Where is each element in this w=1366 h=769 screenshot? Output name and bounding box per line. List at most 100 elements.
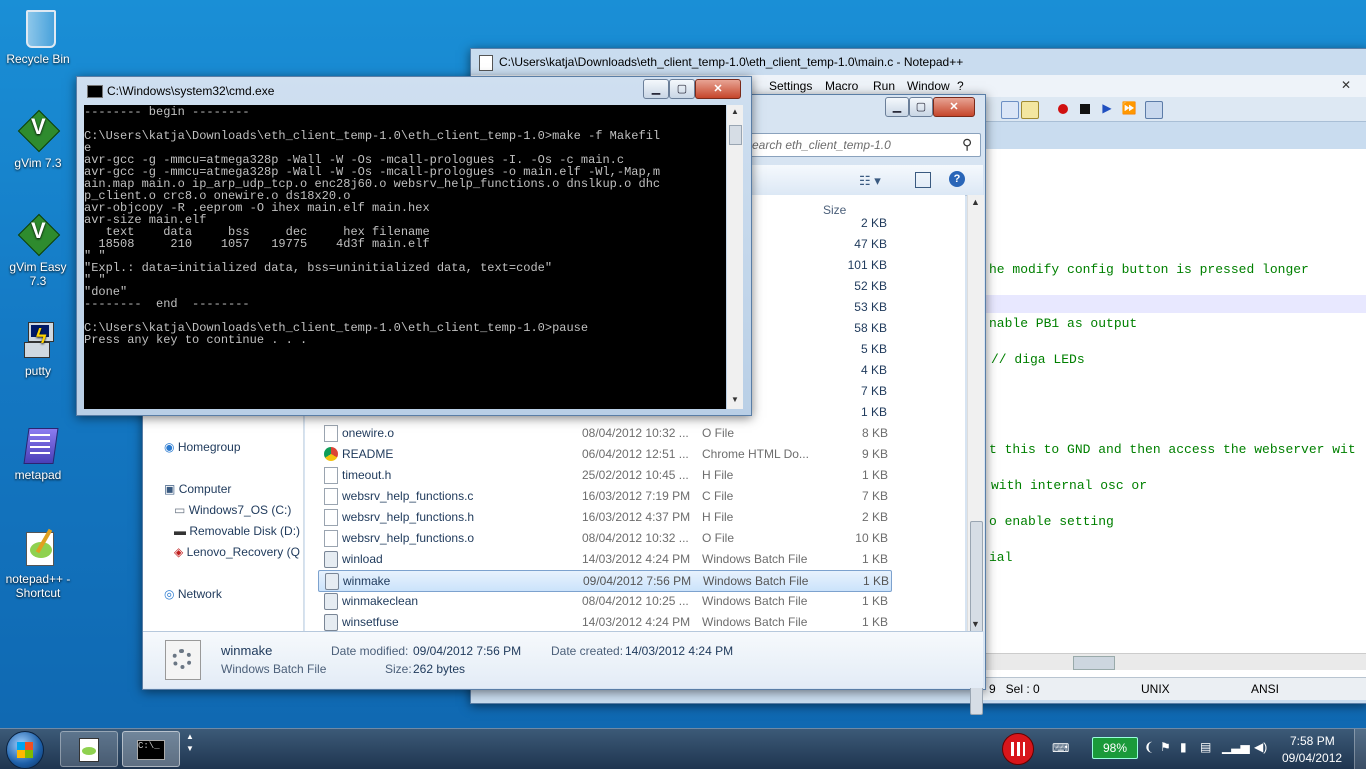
help-icon[interactable]: ?: [949, 171, 965, 187]
play-multiple-icon[interactable]: ⏩: [1121, 101, 1137, 117]
editor-hscrollbar[interactable]: [983, 653, 1366, 670]
desktop-icon-gvim[interactable]: V gVim 7.3: [0, 109, 76, 170]
file-row[interactable]: winmakeclean 08/04/2012 10:25 ... Windows …: [318, 591, 890, 611]
file-row[interactable]: websrv_help_functions.h 16/03/2012 4:37 P…: [318, 507, 890, 527]
cmd-title: C:\Windows\system32\cmd.exe: [107, 84, 275, 98]
menu-window[interactable]: Window: [907, 79, 950, 93]
stop-macro-icon[interactable]: [1077, 101, 1093, 117]
nav-c-drive[interactable]: ▭ Windows7_OS (C:): [174, 503, 291, 517]
clock-time[interactable]: 7:58 PM: [1290, 734, 1335, 748]
nav-label: Computer: [178, 482, 232, 496]
details-size-label: Size:: [385, 662, 412, 676]
play-macro-icon[interactable]: ▶: [1099, 101, 1115, 117]
file-row[interactable]: websrv_help_functions.o 08/04/2012 10:32 …: [318, 528, 890, 548]
file-date: 16/03/2012 4:37 PM: [582, 510, 691, 524]
explorer-maximize-button[interactable]: ▢: [909, 97, 933, 117]
start-button[interactable]: [6, 731, 44, 769]
file-size: 10 KB: [855, 531, 888, 545]
desktop-icon-gvim-easy[interactable]: V gVim Easy 7.3: [0, 213, 76, 288]
file-row[interactable]: README 06/04/2012 12:51 ... Chrome HTML Do…: [318, 444, 890, 464]
cmd-scroll-thumb[interactable]: [729, 125, 742, 145]
volume-icon[interactable]: ◀): [1254, 740, 1267, 754]
file-row[interactable]: winsetfuse 14/03/2012 4:24 PM Windows Batc…: [318, 612, 890, 632]
display-icon[interactable]: ▤: [1200, 740, 1211, 754]
wrap-icon[interactable]: [1001, 101, 1019, 119]
notepadpp-editor[interactable]: he modify config button is pressed longe…: [983, 149, 1366, 679]
cmd-maximize-button[interactable]: ▢: [669, 79, 695, 99]
show-desktop-button[interactable]: [1354, 729, 1366, 769]
record-macro-icon[interactable]: [1055, 101, 1071, 117]
notepadpp-inner-close-icon[interactable]: ✕: [1341, 78, 1351, 92]
file-type: H File: [702, 468, 734, 482]
file-name: winmakeclean: [342, 594, 419, 608]
taskbar-scroll[interactable]: ▲ ▼: [186, 731, 196, 765]
size-cell: 47 KB: [854, 237, 887, 251]
scroll-down-icon[interactable]: ▼: [971, 619, 980, 629]
nav-label: Lenovo_Recovery (Q: [186, 545, 300, 559]
clock-date[interactable]: 09/04/2012: [1282, 751, 1342, 765]
save-macro-icon[interactable]: [1145, 101, 1163, 119]
explorer-minimize-button[interactable]: ▁: [885, 97, 909, 117]
taskbar: C:\_ ▲ ▼ ⌨ 98% ❨ ⚑ ▮ ▤ ▁▃▅ ◀) 7:58 PM 09/…: [0, 728, 1366, 769]
notepadpp-title: C:\Users\katja\Downloads\eth_client_temp…: [499, 55, 964, 69]
keyboard-icon[interactable]: ⌨: [1052, 741, 1069, 755]
cmd-titlebar[interactable]: C:\Windows\system32\cmd.exe ▁ ▢ ✕: [77, 77, 751, 103]
preview-pane-icon[interactable]: [915, 172, 931, 188]
file-name: README: [342, 447, 394, 461]
battery-indicator[interactable]: 98%: [1092, 737, 1138, 759]
file-row[interactable]: timeout.h 25/02/2012 10:45 ... H File 1 KB: [318, 465, 890, 485]
cmd-vscrollbar[interactable]: ▲ ▼: [727, 105, 743, 409]
desktop-icon-metapad[interactable]: metapad: [0, 424, 76, 482]
tray-expand-icon[interactable]: ❨: [1144, 740, 1154, 754]
scroll-up-icon[interactable]: ▲: [731, 107, 739, 116]
network-signal-icon[interactable]: ▁▃▅: [1222, 740, 1250, 754]
file-row[interactable]: websrv_help_functions.c 16/03/2012 7:19 P…: [318, 486, 890, 506]
cmd-close-button[interactable]: ✕: [695, 79, 741, 99]
tray-app-icon[interactable]: [1002, 733, 1034, 765]
file-type: Windows Batch File: [702, 594, 808, 608]
nav-homegroup[interactable]: ◉ Homegroup: [164, 440, 241, 454]
flag-icon[interactable]: ⚑: [1160, 740, 1171, 754]
search-icon[interactable]: ⚲: [962, 136, 972, 153]
search-input[interactable]: earch eth_client_temp-1.0: [752, 138, 891, 152]
explorer-close-button[interactable]: ✕: [933, 97, 975, 117]
file-name: onewire.o: [342, 426, 395, 440]
desktop-icon-notepadpp[interactable]: notepad++ - Shortcut: [0, 528, 76, 600]
editor-hscroll-thumb[interactable]: [1073, 656, 1115, 670]
menu-settings[interactable]: Settings: [769, 79, 812, 93]
nav-q-drive[interactable]: ◈ Lenovo_Recovery (Q: [174, 545, 302, 559]
current-line-highlight: [983, 295, 1366, 313]
menu-macro[interactable]: Macro: [825, 79, 858, 93]
indent-guide-icon[interactable]: [1021, 101, 1039, 119]
file-row[interactable]: onewire.o 08/04/2012 10:32 ... O File 8 KB: [318, 423, 890, 443]
power-icon[interactable]: ▮: [1180, 740, 1187, 754]
column-header-size[interactable]: Size: [823, 203, 846, 217]
code-line: o enable setting: [989, 514, 1114, 529]
search-box[interactable]: earch eth_client_temp-1.0 ⚲: [747, 133, 981, 157]
scroll-up-icon[interactable]: ▲: [971, 197, 980, 207]
taskbar-cmd[interactable]: C:\_: [122, 731, 180, 767]
notepadpp-titlebar[interactable]: C:\Users\katja\Downloads\eth_client_temp…: [471, 49, 1366, 75]
menu-help[interactable]: ?: [957, 79, 964, 93]
taskbar-notepadpp[interactable]: [60, 731, 118, 767]
file-list-vscrollbar[interactable]: ▲ ▼: [967, 195, 984, 715]
nav-d-drive[interactable]: ▬ Removable Disk (D:): [174, 524, 300, 538]
nav-network[interactable]: ◎ Network: [164, 587, 222, 601]
gear-icon: [325, 573, 339, 590]
size-cell: 101 KB: [847, 258, 887, 272]
view-options-icon[interactable]: ☷ ▾: [859, 173, 881, 189]
file-name: timeout.h: [342, 468, 392, 482]
cmd-minimize-button[interactable]: ▁: [643, 79, 669, 99]
scroll-down-icon[interactable]: ▼: [731, 395, 739, 404]
status-encoding: ANSI: [1251, 682, 1280, 696]
cmd-icon: C:\_: [137, 740, 165, 760]
gear-icon: [324, 593, 338, 610]
file-row-selected[interactable]: winmake 09/04/2012 7:56 PM Windows Batch F…: [318, 570, 892, 592]
menu-run[interactable]: Run: [873, 79, 895, 93]
desktop-icon-putty[interactable]: ϟ putty: [0, 320, 76, 378]
desktop-icon-recycle-bin[interactable]: Recycle Bin: [0, 8, 76, 66]
file-date: 08/04/2012 10:32 ...: [582, 426, 689, 440]
vim-icon: V: [17, 213, 61, 257]
file-row[interactable]: winload 14/03/2012 4:24 PM Windows Batch F…: [318, 549, 890, 569]
nav-computer[interactable]: ▣ Computer: [164, 482, 231, 496]
